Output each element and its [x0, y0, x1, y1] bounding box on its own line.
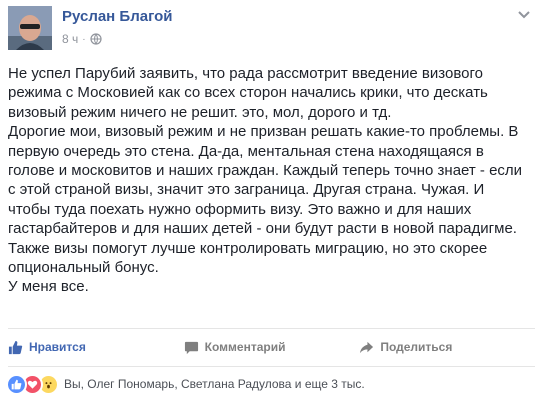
post-header: Руслан Благой 8 ч ·	[8, 6, 535, 52]
post-body: Не успел Парубий заявить, что рада рассм…	[8, 64, 528, 297]
like-icon	[6, 373, 27, 395]
chevron-down-icon[interactable]	[517, 10, 531, 20]
share-button[interactable]: Поделиться	[359, 336, 535, 358]
comment-button[interactable]: Комментарий	[184, 336, 360, 358]
divider	[8, 328, 535, 329]
post-paragraph: Дорогие мои, визовый режим и не призван …	[8, 123, 523, 277]
reactions-summary[interactable]: Вы, Олег Пономарь, Светлана Радулова и е…	[64, 377, 365, 391]
like-button[interactable]: Нравится	[8, 336, 184, 358]
post-time[interactable]: 8 ч	[62, 32, 78, 46]
divider	[8, 366, 535, 367]
post-meta: 8 ч ·	[62, 32, 102, 46]
avatar[interactable]	[8, 6, 52, 50]
share-label: Поделиться	[380, 340, 453, 354]
globe-icon[interactable]	[90, 33, 102, 45]
post-paragraph: Не успел Парубий заявить, что рада рассм…	[8, 65, 488, 121]
meta-separator: ·	[82, 33, 86, 45]
post-paragraph: У меня все.	[8, 278, 89, 296]
author-name[interactable]: Руслан Благой	[62, 8, 173, 25]
post-actions: Нравится Комментарий Поделиться	[8, 336, 535, 358]
reactions-bar[interactable]: Вы, Олег Пономарь, Светлана Радулова и е…	[6, 373, 365, 395]
share-icon	[360, 341, 374, 353]
like-label: Нравится	[29, 340, 86, 354]
thumbs-up-icon	[8, 340, 23, 354]
comment-label: Комментарий	[204, 340, 286, 354]
comment-icon	[184, 341, 198, 354]
